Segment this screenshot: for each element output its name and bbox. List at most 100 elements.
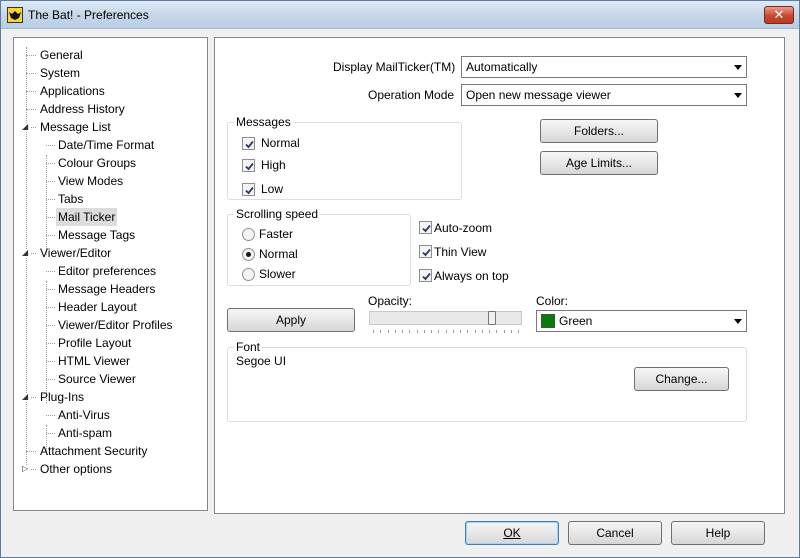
font-group-title: Font bbox=[234, 340, 263, 354]
tree-item-view-modes[interactable]: View Modes bbox=[56, 172, 125, 190]
tree-item-tabs[interactable]: Tabs bbox=[56, 190, 85, 208]
tree-item-html-viewer[interactable]: HTML Viewer bbox=[56, 352, 132, 370]
tree-item-colour-groups[interactable]: Colour Groups bbox=[56, 154, 138, 172]
tree-item-editor-preferences[interactable]: Editor preferences bbox=[56, 262, 158, 280]
opacity-tick bbox=[496, 330, 498, 333]
low-checkbox[interactable] bbox=[242, 183, 255, 196]
font-group: Font Segoe UI Change... bbox=[227, 340, 747, 422]
tree-item-viewer-editor-profiles[interactable]: Viewer/Editor Profiles bbox=[56, 316, 175, 334]
opacity-tick bbox=[402, 330, 403, 333]
folders-button[interactable]: Folders... bbox=[540, 119, 658, 143]
bat-app-icon bbox=[7, 7, 23, 23]
change-font-button[interactable]: Change... bbox=[634, 367, 729, 391]
auto-zoom-label: Auto-zoom bbox=[434, 221, 493, 235]
collapsed-arrow-icon[interactable]: ▷ bbox=[22, 465, 30, 473]
color-select[interactable]: Green bbox=[536, 310, 747, 332]
messages-group-title: Messages bbox=[234, 115, 293, 129]
tree-item-viewer-editor[interactable]: Viewer/Editor bbox=[38, 244, 113, 262]
opacity-tick bbox=[510, 330, 512, 333]
scrolling-speed-title: Scrolling speed bbox=[234, 207, 321, 221]
dialog-client: General System Applications Address History… bbox=[7, 30, 794, 554]
opacity-tick bbox=[460, 330, 461, 333]
close-icon: ✕ bbox=[773, 7, 785, 22]
display-mailticker-select[interactable]: Automatically bbox=[461, 56, 747, 78]
faster-radio[interactable] bbox=[242, 228, 255, 241]
ok-button[interactable]: OK bbox=[465, 521, 559, 545]
opacity-tick bbox=[445, 330, 447, 333]
opacity-slider-thumb[interactable] bbox=[487, 311, 496, 325]
apply-button[interactable]: Apply bbox=[227, 308, 355, 332]
tree-item-applications[interactable]: Applications bbox=[38, 82, 107, 100]
opacity-tick bbox=[387, 330, 389, 333]
tree-item-message-list[interactable]: Message List bbox=[38, 118, 113, 136]
tree-item-message-headers[interactable]: Message Headers bbox=[56, 280, 157, 298]
always-on-top-checkbox[interactable] bbox=[419, 269, 432, 282]
font-name: Segoe UI bbox=[236, 354, 287, 368]
chevron-down-icon bbox=[734, 319, 742, 324]
display-mailticker-label: Display MailTicker(TM) bbox=[333, 60, 456, 74]
opacity-tick bbox=[489, 330, 490, 333]
opacity-tick bbox=[518, 330, 519, 333]
thin-view-label: Thin View bbox=[434, 245, 487, 259]
help-button[interactable]: Help bbox=[671, 521, 765, 545]
normal-checkbox-label: Normal bbox=[261, 136, 300, 150]
tree-item-address-history[interactable]: Address History bbox=[38, 100, 127, 118]
opacity-tick bbox=[467, 330, 469, 333]
tree-item-other-options[interactable]: Other options bbox=[38, 460, 114, 478]
expanded-arrow-icon[interactable]: ◢ bbox=[22, 393, 30, 401]
tree-item-header-layout[interactable]: Header Layout bbox=[56, 298, 139, 316]
slower-radio[interactable] bbox=[242, 268, 255, 281]
operation-mode-select[interactable]: Open new message viewer bbox=[461, 84, 747, 106]
opacity-tick bbox=[481, 330, 483, 333]
opacity-tick bbox=[474, 330, 476, 333]
opacity-tick bbox=[373, 330, 374, 333]
low-checkbox-label: Low bbox=[261, 182, 284, 196]
expanded-arrow-icon[interactable]: ◢ bbox=[22, 123, 30, 131]
settings-tree[interactable]: General System Applications Address History… bbox=[13, 37, 208, 511]
always-on-top-label: Always on top bbox=[434, 269, 509, 283]
slower-radio-label: Slower bbox=[259, 267, 296, 281]
opacity-tick bbox=[409, 330, 411, 333]
operation-mode-value: Open new message viewer bbox=[466, 88, 611, 102]
auto-zoom-checkbox[interactable] bbox=[419, 221, 432, 234]
tree-item-message-tags[interactable]: Message Tags bbox=[56, 226, 137, 244]
tree-item-anti-spam[interactable]: Anti-spam bbox=[56, 424, 114, 442]
opacity-tick bbox=[431, 330, 432, 333]
tree-item-profile-layout[interactable]: Profile Layout bbox=[56, 334, 133, 352]
opacity-slider[interactable] bbox=[369, 311, 522, 325]
age-limits-button[interactable]: Age Limits... bbox=[540, 151, 658, 175]
tree-item-mail-ticker[interactable]: Mail Ticker bbox=[56, 208, 118, 226]
normal-radio[interactable] bbox=[242, 248, 255, 261]
thin-view-checkbox[interactable] bbox=[419, 245, 432, 258]
title-bar[interactable]: The Bat! - Preferences ✕ bbox=[1, 1, 799, 29]
opacity-tick bbox=[438, 330, 440, 333]
tree-item-anti-virus[interactable]: Anti-Virus bbox=[56, 406, 112, 424]
color-swatch bbox=[541, 314, 555, 328]
color-label: Color: bbox=[536, 294, 569, 308]
preferences-window: The Bat! - Preferences ✕ General System Ap… bbox=[0, 0, 800, 558]
close-button[interactable]: ✕ bbox=[764, 6, 794, 24]
opacity-label: Opacity: bbox=[368, 294, 413, 308]
ok-button-label: OK bbox=[503, 526, 521, 540]
normal-checkbox[interactable] bbox=[242, 137, 255, 150]
color-value: Green bbox=[559, 314, 593, 328]
tree-item-attachment-security[interactable]: Attachment Security bbox=[38, 442, 149, 460]
opacity-tick bbox=[452, 330, 454, 333]
display-mailticker-value: Automatically bbox=[466, 60, 538, 74]
tree-item-date-time-format[interactable]: Date/Time Format bbox=[56, 136, 156, 154]
window-title: The Bat! - Preferences bbox=[28, 8, 149, 22]
cancel-button[interactable]: Cancel bbox=[568, 521, 662, 545]
tree-item-plug-ins[interactable]: Plug-Ins bbox=[38, 388, 86, 406]
faster-radio-label: Faster bbox=[259, 227, 294, 241]
tree-item-system[interactable]: System bbox=[38, 64, 82, 82]
chevron-down-icon bbox=[734, 65, 742, 70]
expanded-arrow-icon[interactable]: ◢ bbox=[22, 249, 30, 257]
high-checkbox[interactable] bbox=[242, 159, 255, 172]
opacity-tick bbox=[380, 330, 382, 333]
normal-radio-label: Normal bbox=[259, 247, 298, 261]
tree-item-source-viewer[interactable]: Source Viewer bbox=[56, 370, 138, 388]
messages-group: Messages Normal High Low bbox=[227, 115, 462, 200]
operation-mode-label: Operation Mode bbox=[368, 88, 455, 102]
tree-item-general[interactable]: General bbox=[38, 46, 85, 64]
opacity-tick bbox=[503, 330, 505, 333]
